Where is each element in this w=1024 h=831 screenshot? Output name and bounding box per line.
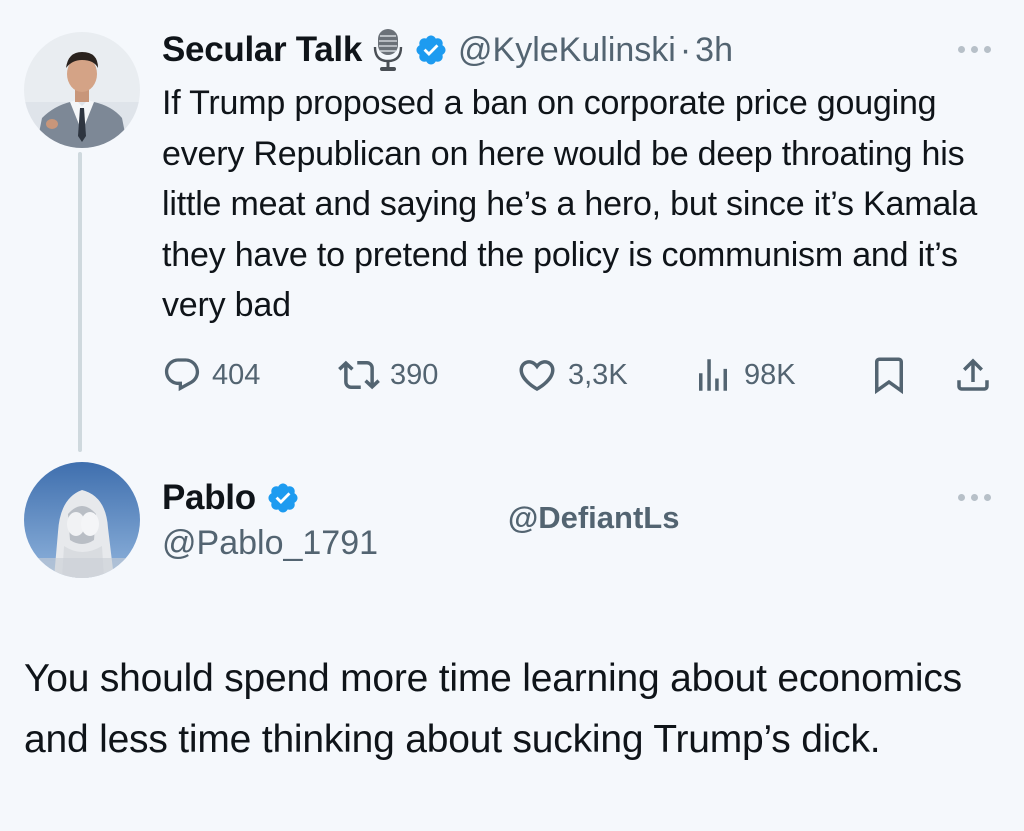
avatar-secular-talk[interactable] xyxy=(24,32,140,148)
like-count: 3,3K xyxy=(568,358,628,391)
reply-header: Pablo xyxy=(162,476,300,520)
separator-dot: · xyxy=(679,30,692,69)
avatar-image xyxy=(24,462,140,578)
views-count: 98K xyxy=(744,358,796,391)
tweet-header: Secular Talk @KyleKulinski · 3h xyxy=(162,26,733,74)
mention-handle[interactable]: @DefiantLs xyxy=(508,500,679,536)
views-button[interactable]: 98K xyxy=(692,352,796,398)
repost-button[interactable]: 390 xyxy=(338,352,438,398)
microphone-icon xyxy=(372,27,404,73)
like-button[interactable]: 3,3K xyxy=(516,352,628,398)
reply-text: You should spend more time learning abou… xyxy=(24,657,962,761)
verified-badge-icon xyxy=(266,481,300,515)
handle-text: @KyleKulinski xyxy=(458,30,676,69)
views-icon xyxy=(699,359,727,391)
reply-button[interactable]: 404 xyxy=(162,352,260,398)
avatar-image xyxy=(24,32,140,148)
like-icon xyxy=(519,360,555,392)
reply-author-handle[interactable]: @Pablo_1791 xyxy=(162,524,378,563)
repost-count: 390 xyxy=(390,358,439,391)
more-icon[interactable] xyxy=(958,494,991,501)
reply-author-name[interactable]: Pablo xyxy=(162,478,256,518)
share-button[interactable] xyxy=(952,352,994,398)
tweet-actions-bar: 404 390 3,3K 98K xyxy=(160,352,1000,398)
timestamp[interactable]: 3h xyxy=(695,31,733,69)
more-icon[interactable] xyxy=(958,46,991,53)
repost-icon xyxy=(338,360,380,390)
author-handle[interactable]: @KyleKulinski · 3h xyxy=(458,31,733,70)
bookmark-button[interactable] xyxy=(868,352,910,398)
bookmark-icon xyxy=(875,357,903,395)
thread-connector-line xyxy=(78,152,82,452)
share-icon xyxy=(957,358,989,391)
reply-count: 404 xyxy=(212,358,261,391)
author-name[interactable]: Secular Talk xyxy=(162,30,362,70)
tweet-text: If Trump proposed a ban on corporate pri… xyxy=(162,84,978,324)
verified-badge-icon xyxy=(414,33,448,67)
reply-icon xyxy=(164,358,200,392)
avatar-pablo[interactable] xyxy=(24,462,140,578)
